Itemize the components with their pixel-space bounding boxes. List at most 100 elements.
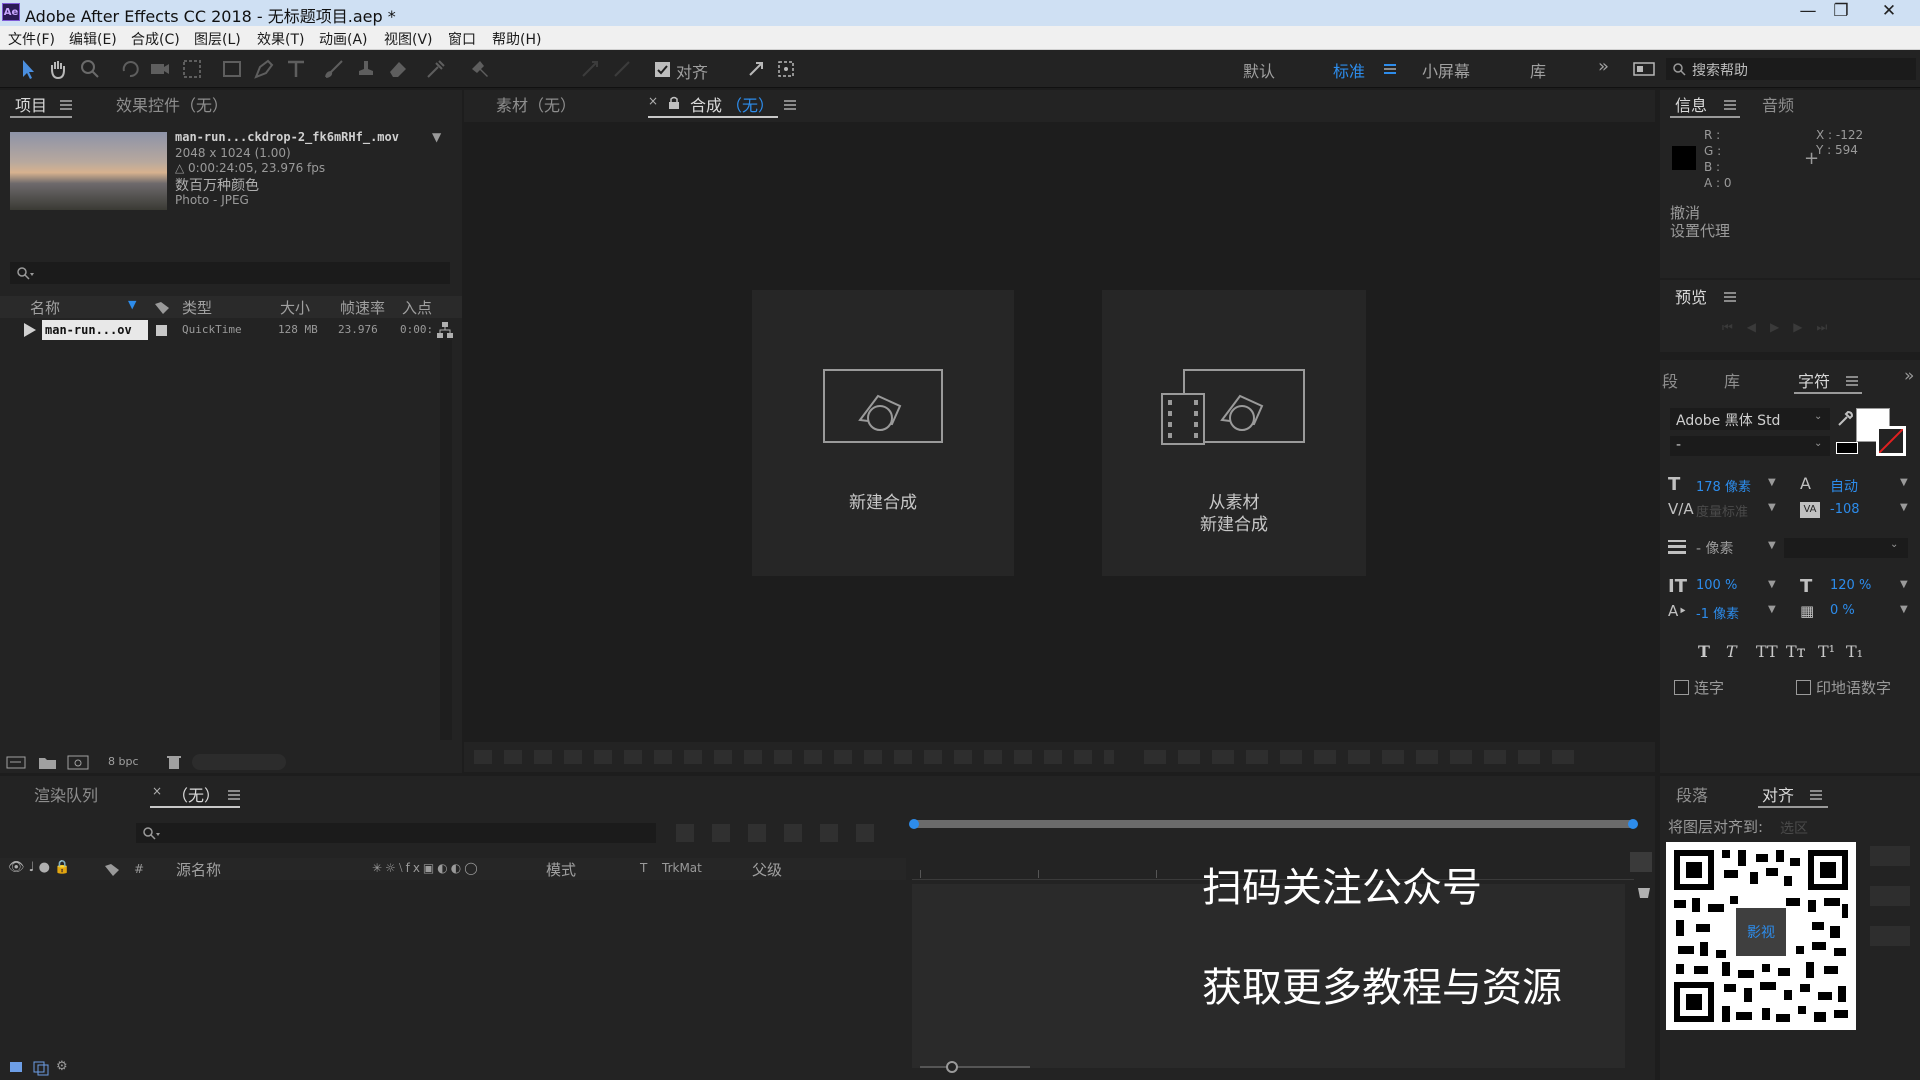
world-axis-icon[interactable] bbox=[610, 57, 634, 81]
render-time-icon[interactable]: ⚙ bbox=[56, 1059, 68, 1074]
tab-library[interactable]: 库 bbox=[1724, 368, 1740, 392]
qr-code[interactable]: 影视 bbox=[1666, 842, 1856, 1030]
workspace-libraries[interactable]: 库 bbox=[1530, 58, 1546, 82]
viewer-menu-icon[interactable] bbox=[784, 100, 796, 110]
tab-composition[interactable]: 合成 bbox=[690, 92, 722, 116]
stroke-color-swatch[interactable] bbox=[1876, 426, 1906, 456]
clone-stamp-tool-icon[interactable] bbox=[354, 57, 378, 81]
menu-effect[interactable]: 效果(T) bbox=[257, 29, 304, 49]
footage-dropdown-icon[interactable]: ▼ bbox=[432, 130, 441, 144]
comp-flowchart-icon[interactable] bbox=[8, 1060, 26, 1076]
col-in-point[interactable]: 入点 bbox=[402, 297, 432, 318]
align-menu-icon[interactable] bbox=[1810, 790, 1822, 800]
timeline-scrollbar[interactable] bbox=[1630, 852, 1652, 872]
menu-window[interactable]: 窗口 bbox=[448, 29, 476, 49]
col-parent[interactable]: 父级 bbox=[752, 859, 782, 880]
tsume-value[interactable]: 0 % bbox=[1830, 603, 1855, 618]
font-style-select[interactable]: - ⌄ bbox=[1670, 436, 1830, 456]
lock-icon[interactable] bbox=[668, 96, 680, 110]
zoom-tool-icon[interactable] bbox=[78, 57, 102, 81]
interpret-footage-icon[interactable] bbox=[6, 754, 28, 770]
new-composition-icon[interactable] bbox=[66, 754, 90, 770]
pen-tool-icon[interactable] bbox=[252, 57, 276, 81]
chevron-down-icon[interactable]: ▼ bbox=[1900, 477, 1908, 488]
pan-behind-tool-icon[interactable] bbox=[180, 57, 204, 81]
leading-value[interactable]: 自动 bbox=[1830, 476, 1858, 496]
help-search-box[interactable]: 搜索帮助 bbox=[1666, 58, 1916, 80]
more-workspaces-icon[interactable]: » bbox=[1598, 56, 1609, 77]
rectangle-tool-icon[interactable] bbox=[220, 57, 244, 81]
label-swatch[interactable] bbox=[156, 325, 167, 336]
chevron-down-icon[interactable]: ▼ bbox=[1900, 502, 1908, 513]
timeline-menu-icon[interactable] bbox=[228, 790, 240, 800]
hindi-digits-checkbox[interactable] bbox=[1796, 680, 1811, 695]
align-to-value[interactable]: 选区 bbox=[1780, 818, 1808, 838]
menu-edit[interactable]: 编辑(E) bbox=[69, 29, 117, 49]
chevron-down-icon[interactable]: ▼ bbox=[1768, 579, 1776, 590]
bpc-label[interactable]: 8 bpc bbox=[108, 755, 139, 768]
workspace-toggle-icon[interactable] bbox=[1632, 57, 1656, 81]
stroke-width-value[interactable]: - 像素 bbox=[1696, 538, 1734, 558]
comp-marker-bin-icon[interactable] bbox=[1636, 884, 1652, 900]
col-t[interactable]: T bbox=[640, 861, 647, 875]
navigator-end-handle[interactable] bbox=[1628, 819, 1638, 829]
tab-align[interactable]: 对齐 bbox=[1762, 782, 1794, 806]
type-tool-icon[interactable] bbox=[284, 57, 308, 81]
workspace-small-screen[interactable]: 小屏幕 bbox=[1422, 58, 1470, 82]
selection-tool-icon[interactable] bbox=[16, 57, 40, 81]
no-fill-swatch[interactable] bbox=[1836, 442, 1858, 454]
minimize-icon[interactable]: — bbox=[1791, 0, 1825, 24]
vertical-scale-value[interactable]: 100 % bbox=[1696, 578, 1737, 593]
tab-footage[interactable]: 素材（无） bbox=[496, 92, 576, 116]
thumbnail-size-slider[interactable] bbox=[192, 754, 286, 770]
project-search-input[interactable] bbox=[10, 262, 450, 284]
eyedropper-icon[interactable] bbox=[1836, 410, 1854, 428]
stroke-style-select[interactable]: ⌄ bbox=[1784, 538, 1908, 558]
tab-project[interactable]: 项目 bbox=[15, 92, 47, 116]
brush-tool-icon[interactable] bbox=[322, 57, 346, 81]
label-tag-icon[interactable] bbox=[154, 301, 170, 315]
character-menu-icon[interactable] bbox=[1846, 376, 1858, 386]
col-size[interactable]: 大小 bbox=[280, 297, 310, 318]
chevron-down-icon[interactable]: ▼ bbox=[1768, 540, 1776, 551]
rotate-tool-icon[interactable] bbox=[118, 57, 142, 81]
col-type[interactable]: 类型 bbox=[182, 297, 212, 318]
chevron-down-icon[interactable]: ▼ bbox=[1900, 604, 1908, 615]
menu-help[interactable]: 帮助(H) bbox=[492, 29, 541, 49]
navigator-start-handle[interactable] bbox=[909, 819, 919, 829]
snap-features-icon[interactable] bbox=[774, 57, 798, 81]
tab-paragraph[interactable]: 段落 bbox=[1676, 782, 1708, 806]
project-scrollbar[interactable] bbox=[440, 340, 452, 740]
close-icon[interactable]: × bbox=[648, 94, 658, 108]
tab-render-queue[interactable]: 渲染队列 bbox=[34, 782, 98, 806]
layer-switch-icons[interactable]: ✳☼⧵fx▣◐◐◯ bbox=[372, 861, 481, 876]
font-size-value[interactable]: 178 像素 bbox=[1696, 476, 1751, 495]
new-comp-from-footage-button[interactable]: 从素材 新建合成 bbox=[1102, 290, 1366, 576]
menu-layer[interactable]: 图层(L) bbox=[194, 29, 241, 49]
delete-icon[interactable] bbox=[166, 754, 182, 770]
tab-preview[interactable]: 预览 bbox=[1675, 284, 1707, 308]
label-tag-icon[interactable] bbox=[104, 863, 120, 877]
menu-animation[interactable]: 动画(A) bbox=[319, 29, 368, 49]
tab-composition-value[interactable]: （无） bbox=[726, 92, 774, 116]
workspace-default[interactable]: 默认 bbox=[1243, 58, 1275, 82]
flowchart-icon[interactable] bbox=[436, 321, 454, 339]
faux-italic-button[interactable]: T bbox=[1726, 642, 1737, 661]
roto-brush-tool-icon[interactable] bbox=[424, 57, 448, 81]
expand-panel-icon[interactable]: » bbox=[1904, 366, 1914, 386]
tab-character[interactable]: 字符 bbox=[1798, 368, 1830, 392]
all-caps-button[interactable]: TT bbox=[1756, 642, 1778, 661]
chevron-down-icon[interactable]: ▼ bbox=[1768, 477, 1776, 488]
restore-icon[interactable]: ❐ bbox=[1824, 0, 1858, 24]
camera-tool-icon[interactable] bbox=[148, 57, 172, 81]
font-family-select[interactable]: Adobe 黑体 Std ⌄ bbox=[1670, 408, 1830, 430]
local-axis-icon[interactable] bbox=[578, 57, 602, 81]
preview-menu-icon[interactable] bbox=[1724, 292, 1736, 302]
project-panel-menu-icon[interactable] bbox=[60, 100, 72, 110]
align-checkbox[interactable] bbox=[655, 62, 670, 77]
tab-timeline-comp[interactable]: （无） bbox=[172, 782, 220, 806]
new-folder-icon[interactable] bbox=[38, 754, 58, 770]
snap-icon[interactable] bbox=[744, 57, 768, 81]
chevron-down-icon[interactable]: ▼ bbox=[1768, 604, 1776, 615]
hand-tool-icon[interactable] bbox=[46, 57, 70, 81]
